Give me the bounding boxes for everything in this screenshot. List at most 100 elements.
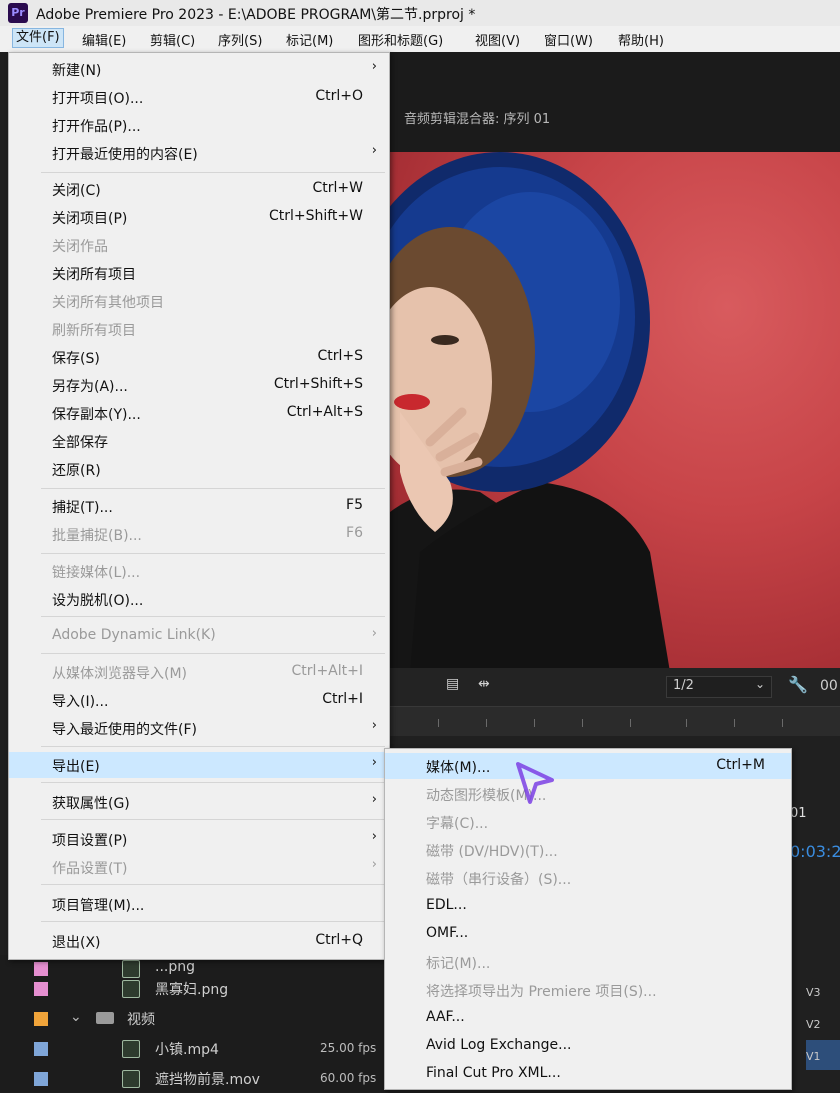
- time-ruler[interactable]: [390, 706, 840, 737]
- menu-window[interactable]: 窗口(W): [544, 30, 593, 49]
- item-fps: 60.00 fps: [320, 1071, 377, 1085]
- track-v1[interactable]: V1: [806, 1050, 821, 1063]
- menu-sequence[interactable]: 序列(S): [218, 30, 262, 49]
- chevron-right-icon: ›: [371, 626, 377, 641]
- submenu-item-export-selection: 将选择项导出为 Premiere 项目(S)...: [426, 984, 657, 1000]
- submenu-item-tape-dv: 磁带 (DV/HDV)(T)...: [426, 844, 558, 860]
- menu-item-import-recent[interactable]: 导入最近使用的文件(F) ›: [9, 715, 389, 741]
- project-panel: ...png 黑寡妇.png ⌄ 视频 小镇.mp4 25.00 fps 遮挡物…: [0, 955, 390, 1092]
- menu-item-link-media: 链接媒体(L)...: [52, 565, 141, 581]
- folder-icon: [96, 1012, 114, 1024]
- video-clip-icon: [122, 1040, 140, 1058]
- menu-separator: [41, 782, 385, 783]
- menu-separator: [41, 653, 385, 654]
- submenu-item-omf[interactable]: OMF...: [385, 921, 791, 947]
- submenu-item-avid-log[interactable]: Avid Log Exchange...: [385, 1033, 791, 1059]
- menu-separator: [41, 819, 385, 820]
- submenu-item-edl[interactable]: EDL...: [385, 893, 791, 919]
- file-menu: 新建(N) › 打开项目(O)... Ctrl+O 打开作品(P)... 打开最近使…: [8, 52, 390, 960]
- monitor-controls: ▤ ⇹ 🔧 00: [390, 668, 840, 706]
- label-color: [34, 1012, 48, 1026]
- menu-item-close[interactable]: 关闭(C) Ctrl+W: [9, 176, 389, 202]
- menu-item-new[interactable]: 新建(N) ›: [9, 56, 389, 82]
- chevron-right-icon: ›: [371, 755, 377, 770]
- label-color: [34, 982, 48, 996]
- item-name: 小镇.mp4: [155, 1042, 219, 1058]
- title-bar: Pr Adobe Premiere Pro 2023 - E:\ADOBE PR…: [0, 0, 840, 26]
- menu-item-open-recent[interactable]: 打开最近使用的内容(E) ›: [9, 140, 389, 166]
- menu-item-production-settings: 作品设置(T) ›: [52, 857, 377, 877]
- wrench-icon[interactable]: 🔧: [788, 675, 808, 694]
- image-icon: [122, 980, 140, 998]
- menu-item-make-offline[interactable]: 设为脱机(O)...: [9, 586, 389, 612]
- menu-item-project-settings[interactable]: 项目设置(P) ›: [9, 826, 389, 852]
- menu-item-dynamic-link: Adobe Dynamic Link(K) ›: [52, 626, 377, 643]
- project-item[interactable]: 遮挡物前景.mov 60.00 fps: [0, 1065, 390, 1093]
- timeline-timecode[interactable]: 0:03:2: [790, 842, 840, 861]
- timeline-tab[interactable]: 01: [790, 806, 807, 821]
- menu-item-export[interactable]: 导出(E) ›: [9, 752, 389, 778]
- settings-icon[interactable]: ▤: [446, 676, 459, 692]
- mouse-cursor-icon: [516, 762, 554, 804]
- item-name: 视频: [127, 1012, 155, 1028]
- chevron-down-icon[interactable]: ⌄: [70, 1009, 82, 1025]
- track-v2[interactable]: V2: [806, 1018, 821, 1031]
- menu-bar: 文件(F) 编辑(E) 剪辑(C) 序列(S) 标记(M) 图形和标题(G) 视…: [0, 26, 840, 52]
- export-submenu: 媒体(M)... Ctrl+M 动态图形模板(M)... 字幕(C)... 磁带 …: [384, 748, 792, 1090]
- menu-separator: [41, 746, 385, 747]
- program-monitor-header: [390, 52, 840, 152]
- submenu-item-aaf[interactable]: AAF...: [385, 1005, 791, 1031]
- menu-item-open-project[interactable]: 打开项目(O)... Ctrl+O: [9, 84, 389, 110]
- menu-help[interactable]: 帮助(H): [618, 30, 664, 49]
- submenu-item-mogrt: 动态图形模板(M)...: [426, 788, 547, 804]
- menu-item-open-production[interactable]: 打开作品(P)...: [9, 112, 389, 138]
- submenu-item-media[interactable]: 媒体(M)... Ctrl+M: [385, 753, 791, 779]
- menu-item-close-production: 关闭作品: [52, 239, 108, 255]
- label-color: [34, 1042, 48, 1056]
- menu-item-batch-capture: 批量捕捉(B)... F6: [52, 525, 363, 544]
- menu-separator: [41, 488, 385, 489]
- track-v3[interactable]: V3: [806, 986, 821, 999]
- menu-item-close-other-projects: 关闭所有其他项目: [52, 295, 164, 311]
- menu-view[interactable]: 视图(V): [475, 30, 520, 49]
- menu-item-save-copy[interactable]: 保存副本(Y)... Ctrl+Alt+S: [9, 400, 389, 426]
- menu-separator: [41, 884, 385, 885]
- project-item[interactable]: 黑寡妇.png: [0, 975, 390, 1003]
- submenu-item-captions: 字幕(C)...: [426, 816, 489, 832]
- video-clip-icon: [122, 1070, 140, 1088]
- project-item[interactable]: 小镇.mp4 25.00 fps: [0, 1035, 390, 1063]
- menu-separator: [41, 553, 385, 554]
- item-fps: 25.00 fps: [320, 1041, 377, 1055]
- zoom-select[interactable]: 1/2 ⌄: [666, 676, 772, 698]
- label-color: [34, 962, 48, 976]
- menu-marker[interactable]: 标记(M): [286, 30, 333, 49]
- menu-item-project-manager[interactable]: 项目管理(M)...: [9, 891, 389, 917]
- menu-item-save[interactable]: 保存(S) Ctrl+S: [9, 344, 389, 370]
- menu-item-exit[interactable]: 退出(X) Ctrl+Q: [9, 928, 389, 954]
- menu-file[interactable]: 文件(F): [12, 28, 64, 48]
- submenu-item-tape-serial: 磁带（串行设备）(S)...: [426, 872, 572, 888]
- menu-item-import[interactable]: 导入(I)... Ctrl+I: [9, 687, 389, 713]
- menu-item-close-all-projects[interactable]: 关闭所有项目: [9, 260, 389, 286]
- menu-edit[interactable]: 编辑(E): [82, 30, 126, 49]
- menu-item-close-project[interactable]: 关闭项目(P) Ctrl+Shift+W: [9, 204, 389, 230]
- menu-item-save-as[interactable]: 另存为(A)... Ctrl+Shift+S: [9, 372, 389, 398]
- menu-item-get-properties[interactable]: 获取属性(G) ›: [9, 789, 389, 815]
- menu-graphics[interactable]: 图形和标题(G): [358, 30, 443, 49]
- menu-item-capture[interactable]: 捕捉(T)... F5: [9, 493, 389, 519]
- chevron-right-icon: ›: [371, 792, 377, 807]
- menu-separator: [41, 921, 385, 922]
- item-name: 遮挡物前景.mov: [155, 1072, 260, 1088]
- item-name: ...png: [155, 959, 195, 975]
- ripple-icon[interactable]: ⇹: [478, 676, 490, 692]
- project-folder[interactable]: ⌄ 视频: [0, 1005, 390, 1033]
- menu-item-save-all[interactable]: 全部保存: [9, 428, 389, 454]
- menu-item-import-from-browser: 从媒体浏览器导入(M) Ctrl+Alt+I: [52, 663, 363, 682]
- panel-title[interactable]: 音频剪辑混合器: 序列 01: [404, 108, 550, 127]
- submenu-item-fcp-xml[interactable]: Final Cut Pro XML...: [385, 1061, 791, 1087]
- label-color: [34, 1072, 48, 1086]
- menu-clip[interactable]: 剪辑(C): [150, 30, 195, 49]
- premiere-app-icon: Pr: [8, 3, 28, 23]
- chevron-right-icon: ›: [371, 857, 377, 872]
- menu-item-revert[interactable]: 还原(R): [9, 456, 389, 482]
